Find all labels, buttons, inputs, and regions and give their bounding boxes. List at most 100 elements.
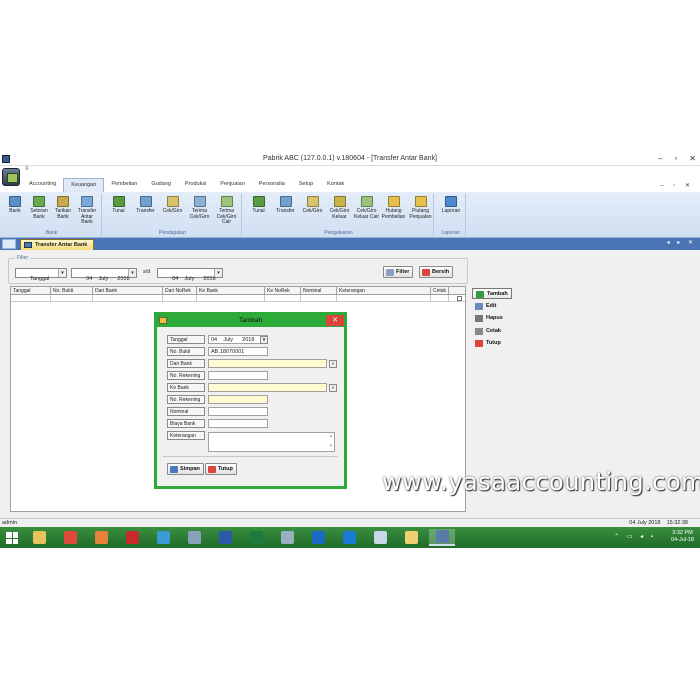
tab-produksi[interactable]: Produksi xyxy=(178,178,213,192)
ke-bank-input[interactable] xyxy=(208,383,327,392)
opera-icon xyxy=(125,531,139,544)
date-to-picker[interactable]: 04 July 2018 ▾ xyxy=(157,268,223,282)
tab-kontak[interactable]: Kontak xyxy=(320,178,351,192)
table-row[interactable] xyxy=(11,295,465,302)
hapus-button[interactable]: Hapus xyxy=(472,313,512,324)
search-icon[interactable]: ⌕ xyxy=(329,360,337,368)
tab-gudang[interactable]: Gudang xyxy=(144,178,178,192)
ribbon-button-tarikan-bank[interactable]: Tarikan Bank xyxy=(51,196,75,220)
ribbon-button-cek-giro-keluar-cair[interactable]: Cek/Giro Keluar Cair xyxy=(353,196,380,220)
table-cell[interactable] xyxy=(93,295,163,302)
maximize-button[interactable]: ▫ xyxy=(674,154,677,163)
dari-bank-input[interactable] xyxy=(208,359,327,368)
column-header-no-bukti[interactable]: No. Bukti xyxy=(51,287,93,295)
windows-start-icon[interactable] xyxy=(6,532,18,544)
ribbon-button-terima-cek-giro[interactable]: Terima Cek/Giro xyxy=(186,196,213,220)
minimize-button[interactable]: – xyxy=(658,154,662,163)
taskbar-teamviewer-button[interactable] xyxy=(336,529,362,546)
ribbon-button-transfer[interactable]: Transfer xyxy=(272,196,299,215)
ribbon-button-tunai[interactable]: Tunai xyxy=(245,196,272,215)
clear-button[interactable]: Bersih xyxy=(419,266,454,278)
tab-setup[interactable]: Setup xyxy=(292,178,320,192)
biaya-bank-input[interactable] xyxy=(208,419,268,428)
save-button[interactable]: Simpan xyxy=(167,463,204,475)
ribbon-button-piutang-penjualan[interactable]: Piutang Penjualan xyxy=(407,196,434,220)
table-cell[interactable] xyxy=(51,295,93,302)
dialog-close-button[interactable]: ✕ xyxy=(326,315,344,326)
taskbar-opera-button[interactable] xyxy=(119,529,145,546)
tab-keuangan[interactable]: Keuangan xyxy=(63,178,105,192)
filter-button[interactable]: Filter xyxy=(383,266,414,278)
tab-accounting[interactable]: Accounting xyxy=(22,178,63,192)
column-header-ke-norek[interactable]: Ke NoRek xyxy=(265,287,301,295)
ribbon-button-cek-giro[interactable]: Cek/Giro xyxy=(159,196,186,215)
edit-button[interactable]: Edit xyxy=(472,301,512,312)
tab-transfer-antar-bank[interactable]: Transfer Antar Bank xyxy=(20,239,95,250)
tutup-button[interactable]: Tutup xyxy=(472,338,512,349)
taskbar-excel-button[interactable] xyxy=(243,529,269,546)
cetak-button[interactable]: Cetak xyxy=(472,326,512,337)
ribbon-button-setoran-bank[interactable]: Setoran Bank xyxy=(27,196,51,220)
table-cell[interactable] xyxy=(301,295,337,302)
date-from-picker[interactable]: 04 July 2018 ▾ xyxy=(71,268,137,282)
ribbon-button-tunai[interactable]: Tunai xyxy=(105,196,132,215)
table-cell[interactable] xyxy=(11,295,51,302)
firefox-icon xyxy=(94,531,108,544)
dialog-tutup-button[interactable]: Tutup xyxy=(205,463,237,475)
tambah-button[interactable]: Tambah xyxy=(472,288,512,299)
quick-access-toolbar[interactable]: ≡ xyxy=(25,166,29,172)
print-checkbox[interactable] xyxy=(457,296,462,301)
nominal-input[interactable] xyxy=(208,407,268,416)
column-header-tanggal[interactable]: Tanggal xyxy=(11,287,51,295)
ribbon-button-hutang-pembelian[interactable]: Hutang Pembelian xyxy=(380,196,407,220)
ribbon-button-terima-cek-giro-cair[interactable]: Terima Cek/Giro Cair xyxy=(213,196,240,226)
table-cell[interactable] xyxy=(431,295,449,302)
no-bukti-input[interactable]: AB.18070001 xyxy=(208,347,268,356)
column-header-nominal[interactable]: Nominal xyxy=(301,287,337,295)
taskbar-telegram-button[interactable] xyxy=(150,529,176,546)
tab-pembelian[interactable]: Pembelian xyxy=(104,178,144,192)
search-icon[interactable]: ⌕ xyxy=(329,384,337,392)
ribbon-button-laporan[interactable]: Laporan xyxy=(437,196,465,215)
taskbar-tool-button[interactable] xyxy=(274,529,300,546)
taskbar-outlook-button[interactable] xyxy=(305,529,331,546)
tanggal-input[interactable]: 04 July 2018 xyxy=(208,335,268,344)
column-header-dari-norek[interactable]: Dari NoRek xyxy=(163,287,197,295)
column-header-cetak[interactable]: Cetak xyxy=(431,287,449,295)
ribbon-button-cek-giro[interactable]: Cek/Giro xyxy=(299,196,326,215)
system-tray[interactable]: ⌃ ▭ ◂ ▪ xyxy=(614,533,656,540)
taskbar-folder-button[interactable] xyxy=(398,529,424,546)
tab-penjualan[interactable]: Penjualan xyxy=(213,178,251,192)
no-rekening-input[interactable] xyxy=(208,371,268,380)
no-rekening-input[interactable] xyxy=(208,395,268,404)
doc-tab-controls[interactable]: ◂ ▸ ✕ xyxy=(667,239,696,246)
column-header-keterangan[interactable]: Keterangan xyxy=(337,287,431,295)
taskbar-clock[interactable]: 3:32 PM 04-Jul-18 xyxy=(671,530,694,544)
application-menu-button[interactable] xyxy=(2,168,20,186)
keterangan-textarea[interactable]: ▲ ▼ xyxy=(208,432,335,452)
taskbar-accounting-app-button[interactable] xyxy=(429,529,455,546)
taskbar-settings-app-button[interactable] xyxy=(181,529,207,546)
scrollbar[interactable]: ▲ ▼ xyxy=(328,433,334,451)
table-cell[interactable] xyxy=(163,295,197,302)
ribbon-button-transfer[interactable]: Transfer xyxy=(132,196,159,215)
table-cell[interactable] xyxy=(265,295,301,302)
tab-personalia[interactable]: Personalia xyxy=(252,178,292,192)
ribbon-button-bank[interactable]: Bank xyxy=(3,196,27,215)
table-cell[interactable] xyxy=(337,295,431,302)
mdi-window-controls[interactable]: – ▫ ✕ xyxy=(660,182,694,189)
column-header-ke-bank[interactable]: Ke Bank xyxy=(197,287,265,295)
chevron-down-icon[interactable]: ▾ xyxy=(260,336,268,344)
ribbon-button-cek-giro-keluar[interactable]: Cek/Giro Keluar xyxy=(326,196,353,220)
column-header-dari-bank[interactable]: Dari Bank xyxy=(93,287,163,295)
table-cell[interactable] xyxy=(197,295,265,302)
ribbon-button-transfer-antar-bank[interactable]: Transfer Antar Bank xyxy=(75,196,99,226)
close-window-button[interactable]: ✕ xyxy=(689,154,696,163)
taskbar-file-explorer-button[interactable] xyxy=(26,529,52,546)
taskbar-notepad-button[interactable] xyxy=(367,529,393,546)
tab-list-button[interactable] xyxy=(2,239,16,249)
filter-field-select[interactable]: Tanggal ▾ xyxy=(15,268,67,282)
taskbar-firefox-button[interactable] xyxy=(88,529,114,546)
taskbar-word-button[interactable] xyxy=(212,529,238,546)
taskbar-chrome-button[interactable] xyxy=(57,529,83,546)
